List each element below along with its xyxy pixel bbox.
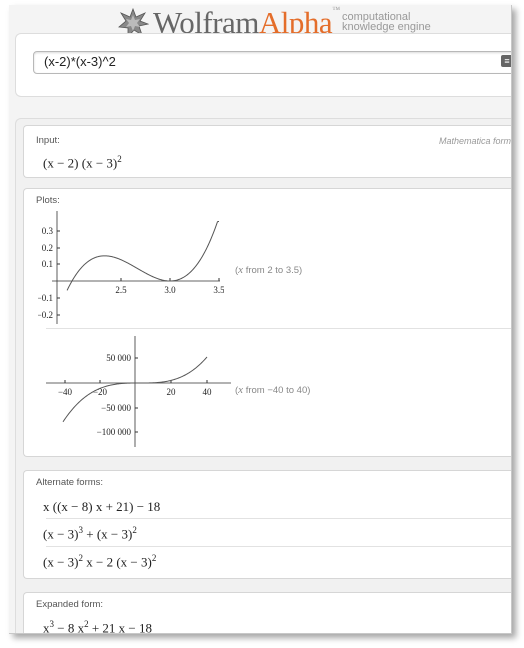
mathematica-form-link[interactable]: Mathematica form [439,136,511,146]
plot-1-y-axis [56,211,60,324]
alternate-form-3: (x − 3)2 x − 2 (x − 3)2 [43,553,156,570]
row-separator [46,546,511,547]
plot-1-x-tick: 3.0 [164,285,176,295]
plot-1-curve [66,221,219,291]
search-input[interactable]: (x-2)*(x-3)^2 [33,51,511,74]
logo-tagline: computational knowledge engine [342,12,431,33]
math-part: + 21 x − 18 [88,620,153,634]
alternate-form-2: (x − 3)3 + (x − 3)2 [43,525,137,542]
tagline-line-2: knowledge engine [342,21,431,33]
plot-1-y-tick: 0.2 [42,243,53,253]
plot-2-x-tick: 20 [167,387,177,397]
pod-title: Expanded form: [36,599,104,610]
plot-2-x-tick: −40 [58,387,73,397]
input-pod: Input: Mathematica form (x − 2) (x − 3)2 [23,125,511,178]
range-text: from 2 to 3.5) [243,265,303,276]
math-exp: 2 [151,553,157,563]
plot-1-range: (x from 2 to 3.5) [235,264,302,276]
plot-1-x-axis [52,278,220,282]
plot-1-y-tick: −0.2 [38,310,53,320]
plot-2-range: (x from −40 to 40) [235,384,310,396]
alternate-form-1: x ((x − 8) x + 21) − 18 [43,499,161,514]
math-part: + (x − 3) [83,526,133,542]
plot-2-y-tick: −50 000 [101,403,131,413]
row-separator [46,518,511,519]
plot-1-y-tick: 0.3 [42,226,54,236]
plot-2-y-tick: −100 000 [97,427,132,437]
input-expr-exp: 2 [117,154,122,164]
plot-1: 2.5 3.0 3.5 0.3 0.2 0.1 −0.1 −0.2 [38,211,224,324]
results-panel: Input: Mathematica form (x − 2) (x − 3)2… [15,118,511,634]
pod-title: Alternate forms: [36,477,104,488]
input-expr-base: (x − 2) (x − 3) [43,155,118,171]
math-part: x − 2 (x − 3) [83,554,152,570]
plots-pod: Plots: 2.5 3.0 3.5 0.3 0.2 0.1 −0.1 −0.2… [23,188,511,457]
expanded-form: x3 − 8 x2 + 21 x − 18 [43,619,153,634]
alternate-forms-pod: Alternate forms: x ((x − 8) x + 21) − 18… [23,470,511,579]
pod-title: Plots: [36,195,60,206]
math-part: − 8 x [54,620,85,634]
input-expression: (x − 2) (x − 3)2 [43,154,122,171]
search-box: (x-2)*(x-3)^2 ≡ [15,33,511,97]
math-exp: 2 [132,525,137,535]
input-mode-icon[interactable]: ≡ [501,55,511,67]
logo-tm: ™ [332,5,340,14]
range-text: from −40 to 40) [243,385,311,396]
plot-2-y-tick: 50 000 [106,353,131,363]
math-part: (x − 3) [43,554,79,570]
plot-separator [46,328,511,329]
browser-frame: WolframAlpha™ computational knowledge en… [9,5,512,634]
plot-1-x-tick: 3.5 [213,285,224,295]
plot-2-y-axis [134,336,138,447]
plot-1-x-tick: 2.5 [115,285,127,295]
expanded-form-pod: Expanded form: x3 − 8 x2 + 21 x − 18 [23,592,511,634]
plot-2: −40 −20 20 40 50 000 −50 000 −100 000 [46,336,231,447]
math-part: (x − 3) [43,526,79,542]
pod-title: Input: [36,135,60,146]
plot-1-y-tick: 0.1 [42,259,53,269]
plot-2-x-tick: 40 [203,387,213,397]
plot-1-y-tick: −0.1 [38,293,53,303]
